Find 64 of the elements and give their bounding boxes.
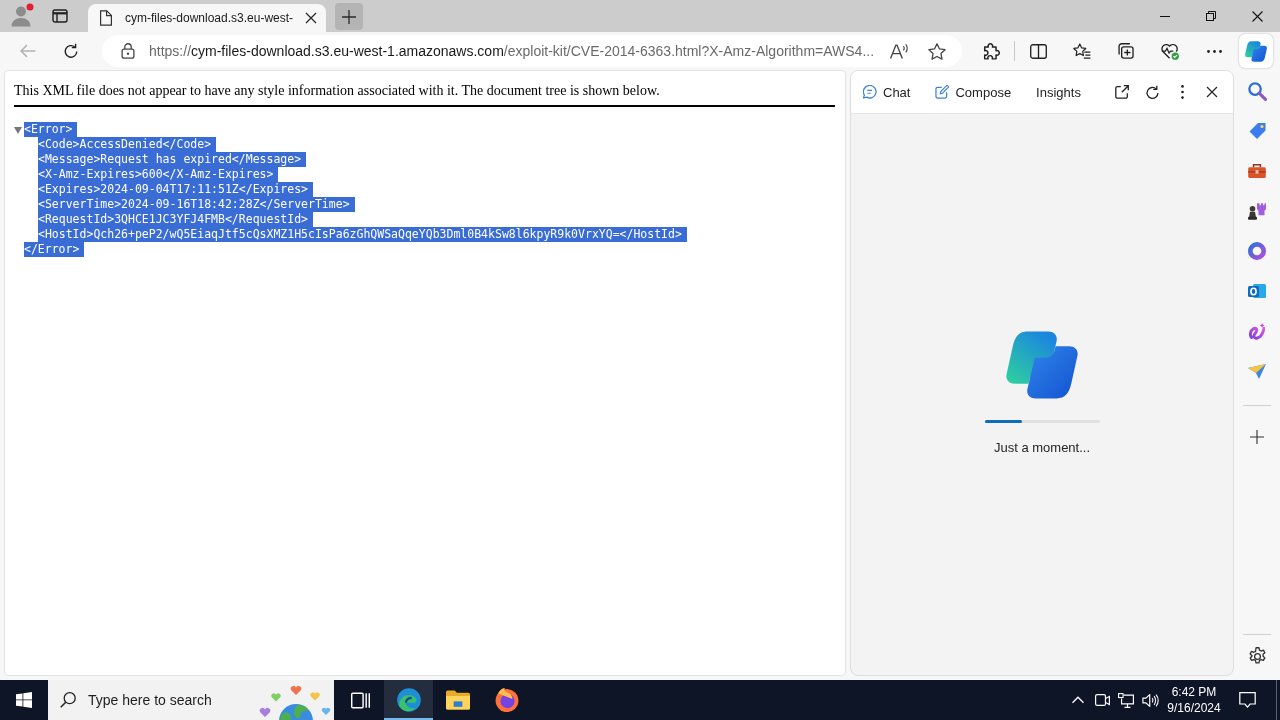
chat-bubble-icon	[863, 85, 877, 99]
restore-icon[interactable]	[1206, 11, 1216, 21]
profile-avatar-icon[interactable]	[10, 3, 34, 27]
open-external-icon[interactable]	[1115, 85, 1129, 99]
network-monitor-icon[interactable]	[1118, 692, 1134, 708]
close-icon[interactable]	[1251, 10, 1263, 22]
close-icon[interactable]	[1206, 86, 1218, 98]
folder-icon	[445, 688, 470, 712]
close-icon[interactable]	[305, 12, 317, 24]
more-vertical-icon[interactable]	[1180, 85, 1184, 99]
chess-pieces-icon[interactable]	[1248, 202, 1266, 220]
letter-o-tile-icon[interactable]	[1248, 284, 1266, 298]
tag-icon[interactable]	[1248, 123, 1266, 139]
puzzle-piece-icon[interactable]	[982, 42, 1000, 60]
clock-time[interactable]: 6:42 PM	[1171, 684, 1217, 700]
assistant-button[interactable]	[1239, 34, 1273, 68]
show-desktop-button[interactable]	[1276, 680, 1280, 720]
loading-text: Just a moment...	[993, 440, 1091, 455]
collections-icon[interactable]	[1118, 43, 1134, 59]
page-icon	[99, 10, 113, 26]
settings-icon[interactable]	[1248, 646, 1266, 666]
read-aloud-icon[interactable]	[890, 43, 908, 59]
notice-text: This XML file does not appear to have any style information associated with it. The document tree is shown below.	[14, 83, 661, 99]
url-text: https://cym-files-download.s3.eu-west-1.amazonaws.com/exploit-kit/CVE-2014-6363.html?X-Amz-Algorithm=AWS4...	[149, 43, 876, 59]
more-icon[interactable]	[1206, 49, 1222, 53]
toolbox-icon[interactable]	[1248, 164, 1266, 178]
four-panes-icon[interactable]	[16, 692, 32, 708]
edit-square-icon	[935, 85, 950, 99]
clock-date[interactable]: 9/16/2024	[1167, 700, 1221, 716]
search-icon	[60, 692, 76, 708]
chevron-up-icon[interactable]	[1072, 696, 1084, 704]
ribbon-logo-icon	[1006, 331, 1078, 399]
favorites-icon[interactable]	[1073, 43, 1091, 59]
tab-actions-icon[interactable]	[52, 8, 68, 24]
paper-plane-icon[interactable]	[1248, 363, 1266, 379]
minimize-icon[interactable]	[1160, 15, 1170, 17]
ribbon-logo-icon	[1245, 40, 1267, 62]
side-panel-tab[interactable]: Insights	[1036, 78, 1081, 106]
side-panel-tab[interactable]: Chat	[863, 78, 911, 106]
ring-logo-icon[interactable]	[1248, 242, 1266, 260]
search-icon[interactable]	[1247, 81, 1267, 101]
speaker-icon[interactable]	[1141, 693, 1159, 707]
globe-hearts-icon	[258, 684, 332, 720]
address-field[interactable]: https://cym-files-download.s3.eu-west-1.amazonaws.com/exploit-kit/CVE-2014-6363.html?X-Amz-Algorithm=AWS4...	[102, 35, 962, 67]
side-panel-tab[interactable]: Compose	[935, 78, 1012, 106]
plus-icon	[342, 9, 356, 24]
heart-pulse-icon[interactable]	[1161, 42, 1179, 60]
browser-tab[interactable]: cym-files-download.s3.eu-west-	[88, 4, 326, 32]
new-tab-button[interactable]	[335, 3, 363, 30]
lock-icon	[121, 43, 135, 59]
refresh-icon[interactable]	[63, 43, 79, 59]
task-view-icon[interactable]	[350, 691, 370, 709]
star-icon[interactable]	[928, 42, 946, 60]
plus-icon[interactable]	[1250, 430, 1264, 444]
split-screen-icon[interactable]	[1029, 43, 1047, 59]
refresh-icon[interactable]	[1144, 84, 1160, 100]
camera-icon[interactable]	[1094, 694, 1110, 706]
swirl-wave-icon	[396, 688, 421, 712]
search-field[interactable]: Type here to search	[48, 680, 334, 720]
flame-globe-icon	[494, 688, 519, 712]
taskbar-app-button[interactable]	[384, 680, 433, 720]
pen-swirl-icon[interactable]	[1249, 322, 1265, 340]
expand-triangle-icon[interactable]	[14, 125, 22, 134]
speech-bubble-icon[interactable]	[1238, 692, 1256, 708]
